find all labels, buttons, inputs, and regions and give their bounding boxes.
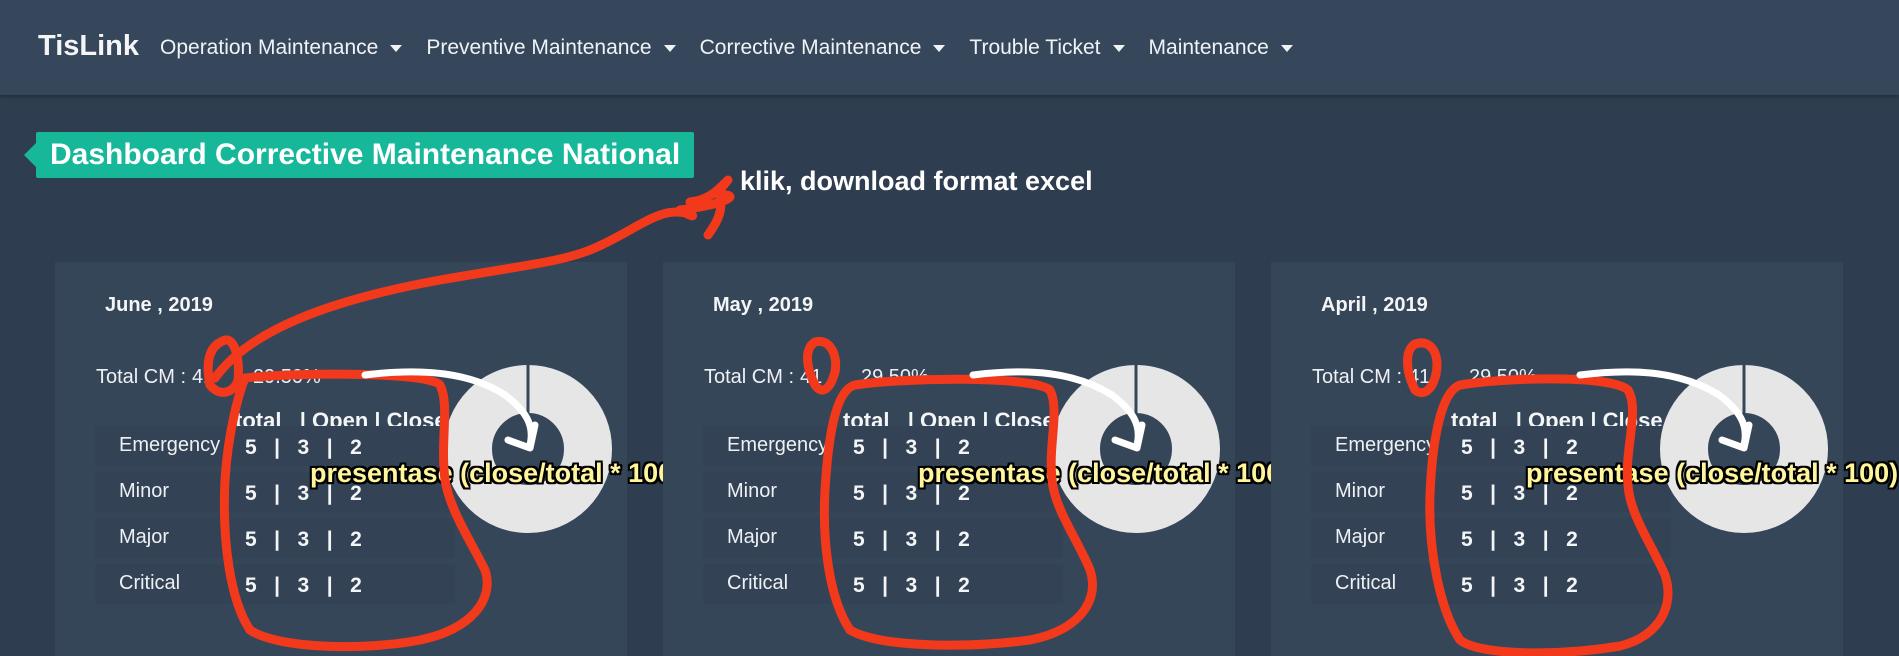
- percent-donut-chart: [1052, 365, 1220, 533]
- row-label: Major: [1335, 526, 1386, 548]
- caret-down-icon: [663, 44, 676, 52]
- row-label: Emergency: [727, 434, 829, 456]
- annotation-note: klik, download format excel: [740, 166, 1093, 196]
- row-values: 5 | 3 | 2: [245, 528, 362, 551]
- top-navbar: TisLink Operation Maintenance Preventive…: [0, 0, 1899, 95]
- caret-down-icon: [390, 44, 403, 52]
- total-cm: Total CM :41: [1312, 366, 1430, 389]
- menu-preventive-maintenance[interactable]: Preventive Maintenance: [426, 36, 676, 60]
- period-card: June , 2019 Total CM :41 29.50% total | …: [55, 262, 682, 656]
- table-row: Major 5 | 3 | 2: [95, 518, 455, 558]
- percent-donut-chart: [444, 365, 612, 533]
- row-label: Minor: [1335, 480, 1386, 502]
- row-values: 5 | 3 | 2: [1461, 436, 1578, 459]
- card-period: May , 2019: [713, 294, 814, 316]
- menu-label: Corrective Maintenance: [699, 36, 922, 59]
- row-values: 5 | 3 | 2: [853, 574, 970, 597]
- total-cm-label: Total CM :: [704, 366, 795, 388]
- total-cm-value: 41: [1408, 366, 1431, 388]
- row-label: Critical: [119, 572, 181, 594]
- page-title[interactable]: Dashboard Corrective Maintenance Nationa…: [36, 132, 695, 178]
- row-label: Critical: [1335, 572, 1397, 594]
- row-label: Emergency: [1335, 434, 1437, 456]
- annotation-label: presentase (close/total * 100): [1526, 458, 1899, 488]
- menu-operation-maintenance[interactable]: Operation Maintenance: [160, 36, 403, 60]
- menu-label: Operation Maintenance: [160, 36, 379, 59]
- brand-logo[interactable]: TisLink: [38, 30, 139, 63]
- row-values: 5 | 3 | 2: [1461, 528, 1578, 551]
- menu-label: Trouble Ticket: [969, 36, 1101, 59]
- row-label: Critical: [727, 572, 789, 594]
- caret-down-icon: [1280, 44, 1293, 52]
- menu-corrective-maintenance[interactable]: Corrective Maintenance: [700, 36, 946, 60]
- total-cm-value: 41: [192, 366, 215, 388]
- row-values: 5 | 3 | 2: [245, 574, 362, 597]
- percent-donut-chart: [1660, 365, 1828, 533]
- main-menu: Operation Maintenance Preventive Mainten…: [160, 36, 1317, 60]
- row-values: 5 | 3 | 2: [853, 436, 970, 459]
- period-card: April , 2019 Total CM :41 29.50% total |…: [1271, 262, 1898, 656]
- percent-value: 29.50%: [253, 366, 321, 388]
- menu-trouble-ticket[interactable]: Trouble Ticket: [969, 36, 1125, 60]
- period-card: May , 2019 Total CM :41 29.50% total | O…: [663, 262, 1290, 656]
- row-label: Minor: [119, 480, 170, 502]
- total-cm-value: 41: [800, 366, 823, 388]
- percent-value: 29.50%: [861, 366, 929, 388]
- row-values: 5 | 3 | 2: [853, 528, 970, 551]
- table-row: Major 5 | 3 | 2: [1311, 518, 1671, 558]
- row-label: Minor: [727, 480, 778, 502]
- table-row: Major 5 | 3 | 2: [703, 518, 1063, 558]
- row-label: Major: [119, 526, 170, 548]
- total-cm-label: Total CM :: [96, 366, 187, 388]
- row-label: Emergency: [119, 434, 221, 456]
- annotation-label: presentase (close/total * 100): [918, 458, 1291, 488]
- annotation-label: presentase (close/total * 100): [310, 458, 683, 488]
- row-values: 5 | 3 | 2: [1461, 574, 1578, 597]
- menu-label: Preventive Maintenance: [426, 36, 652, 59]
- card-period: June , 2019: [105, 294, 213, 316]
- caret-down-icon: [1112, 44, 1125, 52]
- total-cm: Total CM :41: [96, 366, 214, 389]
- table-row: Critical 5 | 3 | 2: [1311, 564, 1671, 604]
- caret-down-icon: [933, 44, 946, 52]
- table-row: Critical 5 | 3 | 2: [95, 564, 455, 604]
- title-badge-pointer: [24, 143, 36, 167]
- menu-maintenance[interactable]: Maintenance: [1149, 36, 1293, 60]
- card-period: April , 2019: [1321, 294, 1428, 316]
- row-label: Major: [727, 526, 778, 548]
- table-row: Critical 5 | 3 | 2: [703, 564, 1063, 604]
- percent-value: 29.50%: [1469, 366, 1537, 388]
- total-cm-label: Total CM :: [1312, 366, 1403, 388]
- total-cm: Total CM :41: [704, 366, 822, 389]
- menu-label: Maintenance: [1148, 36, 1269, 59]
- row-values: 5 | 3 | 2: [245, 436, 362, 459]
